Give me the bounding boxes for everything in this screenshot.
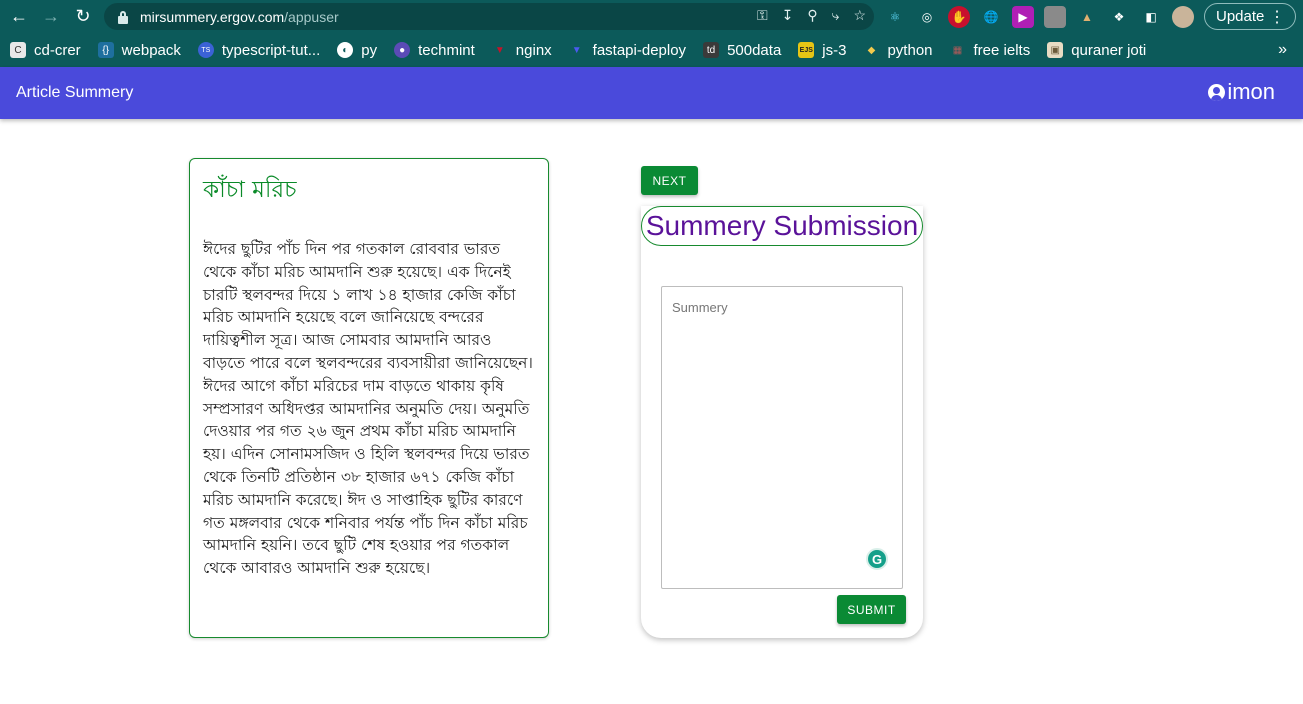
more-bookmarks-icon[interactable]: » xyxy=(1278,41,1287,59)
bookmark-label: webpack xyxy=(121,41,181,59)
bookmark-item[interactable]: EJS js-3 xyxy=(798,42,846,59)
bookmark-icon: ▦ xyxy=(952,44,963,56)
bookmark-item[interactable]: ▼ nginx xyxy=(492,42,552,59)
bookmark-icon: ▣ xyxy=(1047,42,1064,58)
bookmark-label: quraner joti xyxy=(1071,41,1147,59)
bookmark-label: techmint xyxy=(418,41,475,59)
summary-textarea[interactable] xyxy=(662,287,902,588)
bookmark-item[interactable]: {} webpack xyxy=(97,41,181,59)
purple-extension-icon[interactable]: ▶ xyxy=(1012,6,1034,28)
bookmark-icon: {} xyxy=(97,42,114,58)
react-devtools-icon[interactable]: ⚛ xyxy=(884,6,906,28)
bookmark-label: py xyxy=(361,41,378,59)
bookmark-item[interactable]: ▦ free ielts xyxy=(950,41,1031,59)
url-host: mirsummery.ergov.com xyxy=(140,8,285,25)
bookmark-item[interactable]: ◆ python xyxy=(863,41,933,59)
gray-extension-icon[interactable] xyxy=(1044,6,1066,28)
bookmark-label: fastapi-deploy xyxy=(592,41,687,59)
article-body: ঈদের ছুটির পাঁচ দিন পর গতকাল রোববার ভারত… xyxy=(203,240,533,578)
bookmark-label: nginx xyxy=(515,41,552,59)
bookmark-label: python xyxy=(887,41,933,59)
submission-heading: Summery Submission xyxy=(641,206,923,246)
grammarly-icon[interactable]: G xyxy=(866,548,888,570)
kebab-menu-icon[interactable]: ⋮ xyxy=(1269,7,1285,27)
key-icon[interactable]: ⚿ xyxy=(757,7,768,24)
user-menu[interactable]: imon xyxy=(1208,79,1275,105)
bookmark-icon: TS xyxy=(197,42,214,58)
update-button[interactable]: Update ⋮ xyxy=(1204,3,1296,30)
bookmark-label: cd-crer xyxy=(34,41,81,59)
bookmark-icon: ◆ xyxy=(867,44,876,56)
bookmark-item[interactable]: TS typescript-tut... xyxy=(197,41,321,59)
reload-icon[interactable]: ↻ xyxy=(68,1,98,31)
bookmark-icon: EJS xyxy=(798,42,815,58)
browser-toolbar: ← → ↻ mirsummery.ergov.com/appuser ⚿ ↧ ⚲… xyxy=(0,0,1303,33)
target-extension-icon[interactable]: ◎ xyxy=(916,6,938,28)
red-extension-icon[interactable]: ✋ xyxy=(948,6,970,28)
address-bar-actions: ⚿ ↧ ⚲ ⤷ ☆ xyxy=(757,7,866,24)
bookmark-label: typescript-tut... xyxy=(221,41,321,59)
share-icon[interactable]: ⤷ xyxy=(832,7,840,24)
bookmark-item[interactable]: ▣ quraner joti xyxy=(1047,42,1146,59)
lock-icon xyxy=(116,10,130,24)
bookmark-star-icon[interactable]: ☆ xyxy=(853,7,866,24)
app-title: Article Summery xyxy=(16,84,134,101)
article-title: কাঁচা মরিচ xyxy=(203,177,297,203)
forward-arrow-icon[interactable]: → xyxy=(36,1,66,31)
bookmark-label: free ielts xyxy=(973,41,1031,59)
bookmark-icon: ▼ xyxy=(571,44,582,56)
bookmark-item[interactable]: ▼ fastapi-deploy xyxy=(569,42,686,59)
bookmark-icon: ● xyxy=(394,42,411,58)
url-path: /appuser xyxy=(284,8,339,25)
article-card: কাঁচা মরিচ ঈদের ছুটির পাঁচ দিন পর গতকাল … xyxy=(189,158,549,638)
bookmark-label: 500data xyxy=(727,41,782,59)
install-app-icon[interactable]: ↧ xyxy=(782,7,794,24)
summary-submission-card: Summery Submission G SUBMIT xyxy=(641,206,923,638)
bookmark-label: js-3 xyxy=(822,41,847,59)
profile-avatar-icon[interactable] xyxy=(1172,6,1194,28)
app-bar: Article Summery imon xyxy=(0,67,1303,119)
bookmark-item[interactable]: ● techmint xyxy=(394,42,475,59)
bookmark-icon: C xyxy=(10,42,26,58)
update-label: Update xyxy=(1216,8,1265,25)
extensions-bar: ⚛ ◎ ✋ 🌐 ▶ ▲ ❖ ◧ xyxy=(884,6,1194,28)
zoom-icon[interactable]: ⚲ xyxy=(807,7,817,24)
globe-extension-icon[interactable]: 🌐 xyxy=(980,6,1002,28)
account-circle-icon xyxy=(1208,83,1226,101)
side-panel-icon[interactable]: ◧ xyxy=(1140,6,1162,28)
puzzle-extensions-icon[interactable]: ❖ xyxy=(1108,6,1130,28)
bookmark-item[interactable]: td 500data xyxy=(703,42,781,59)
address-bar[interactable]: mirsummery.ergov.com/appuser ⚿ ↧ ⚲ ⤷ ☆ xyxy=(104,3,874,30)
bookmark-item[interactable]: ◐ py xyxy=(337,42,377,59)
back-arrow-icon[interactable]: ← xyxy=(4,1,34,31)
submit-button[interactable]: SUBMIT xyxy=(837,595,906,624)
bookmark-item[interactable]: Ccd-crer xyxy=(10,42,81,59)
username: imon xyxy=(1227,79,1275,104)
bookmark-icon: td xyxy=(703,42,720,58)
bookmark-icon: ▼ xyxy=(494,44,505,56)
bookmarks-bar: Ccd-crer {} webpack TS typescript-tut... ◐… xyxy=(0,33,1303,67)
summary-field: G xyxy=(661,286,903,589)
next-button[interactable]: NEXT xyxy=(641,166,698,195)
spy-extension-icon[interactable]: ▲ xyxy=(1076,6,1098,28)
bookmark-icon: ◐ xyxy=(337,42,354,58)
